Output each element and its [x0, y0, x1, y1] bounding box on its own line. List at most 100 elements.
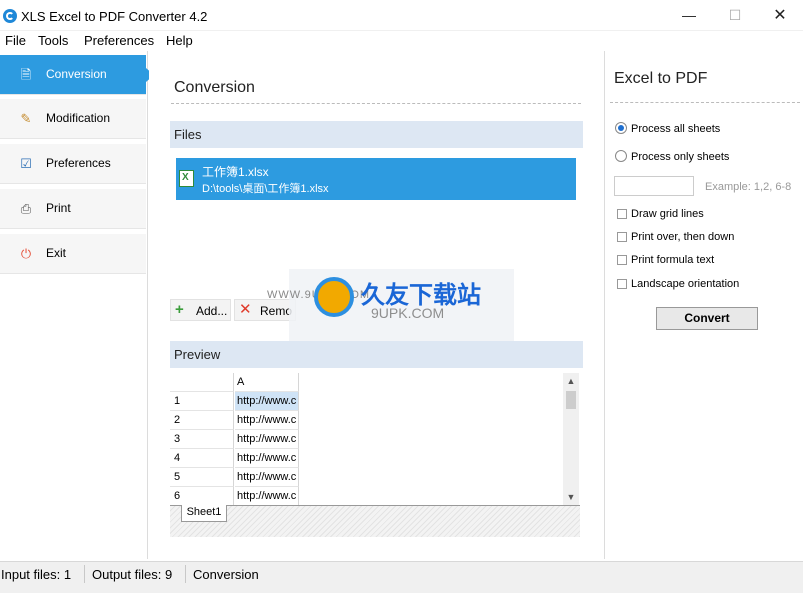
row-number: 2 [174, 414, 181, 426]
sidebar-item-modification[interactable]: ✎ Modification [0, 99, 146, 139]
process-only-label[interactable]: Process only sheets [631, 151, 729, 163]
row-header[interactable]: 2 [170, 411, 234, 430]
title-bar: XLS Excel to PDF Converter 4.2 — ☐ ✕ [0, 0, 803, 31]
preview-header: Preview [170, 341, 583, 368]
grid-cell[interactable]: http://www.c [235, 468, 299, 487]
files-label: Files [174, 127, 202, 142]
grid-lines-label[interactable]: Draw grid lines [631, 208, 704, 220]
add-file-label: Add... [196, 304, 228, 318]
row-number: 4 [174, 452, 181, 464]
column-header-label: A [237, 376, 245, 388]
menu-bar: File Tools Preferences Help [0, 31, 803, 51]
sidebar-item-label: Print [46, 201, 71, 215]
print-over-label[interactable]: Print over, then down [631, 231, 734, 243]
watermark-logo-icon [314, 277, 354, 317]
cell-value: http://www.c [237, 395, 297, 407]
landscape-checkbox[interactable] [617, 279, 627, 289]
sidebar-item-conversion[interactable]: 🗎 Conversion [0, 55, 154, 95]
status-bar: Input files: 1 Output files: 9 Conversio… [0, 561, 803, 593]
row-header[interactable]: 1 [170, 392, 234, 411]
sidebar-item-exit[interactable]: ⏻ Exit [0, 234, 146, 274]
row-header[interactable]: 4 [170, 449, 234, 468]
divider [610, 102, 800, 103]
grid-cell[interactable]: http://www.c [235, 392, 299, 411]
excel-file-icon [179, 170, 194, 187]
row-header[interactable]: 3 [170, 430, 234, 449]
process-only-radio[interactable] [615, 150, 627, 162]
scroll-up-arrow-icon[interactable]: ▲ [563, 373, 579, 389]
printer-icon: ⎙ [20, 201, 32, 216]
file-path: D:\tools\桌面\工作簿1.xlsx [202, 183, 329, 195]
preview-grid[interactable]: A 1 http://www.c 2 http://www.c 3 http:/… [170, 373, 580, 505]
grid-lines-checkbox[interactable] [617, 209, 627, 219]
row-number: 3 [174, 433, 181, 445]
convert-button[interactable]: Convert [656, 307, 758, 330]
checklist-icon: ☑ [20, 156, 32, 171]
sheets-input[interactable] [614, 176, 694, 196]
sheets-hint: Example: 1,2, 6-8 [705, 181, 792, 193]
sheet-tab-bar: Sheet1 [170, 505, 580, 537]
maximize-button[interactable]: ☐ [712, 0, 758, 31]
print-over-checkbox[interactable] [617, 232, 627, 242]
divider [171, 103, 581, 104]
mode-status: Conversion [193, 567, 259, 582]
column-header-a[interactable]: A [235, 373, 299, 392]
row-number: 5 [174, 471, 181, 483]
minimize-button[interactable]: — [666, 0, 712, 31]
status-divider [84, 565, 85, 583]
process-all-label[interactable]: Process all sheets [631, 123, 720, 135]
grid-cell[interactable]: http://www.c [235, 487, 299, 505]
sidebar-item-label: Conversion [46, 67, 107, 81]
output-files-status: Output files: 9 [92, 567, 173, 582]
edit-icon: ✎ [20, 111, 32, 126]
process-all-radio[interactable] [615, 122, 627, 134]
cell-value: http://www.c [237, 452, 297, 464]
menu-preferences[interactable]: Preferences [84, 33, 154, 48]
sidebar-item-preferences[interactable]: ☑ Preferences [0, 144, 146, 184]
input-files-status: Input files: 1 [1, 567, 72, 582]
preview-label: Preview [174, 347, 221, 362]
add-file-button[interactable]: + Add... [170, 299, 231, 321]
grid-cell[interactable]: http://www.c [235, 430, 299, 449]
watermark-subtext: 9UPK.COM [371, 305, 445, 321]
sidebar: 🗎 Conversion ✎ Modification ☑ Preference… [0, 51, 154, 559]
landscape-label[interactable]: Landscape orientation [631, 278, 739, 290]
formula-text-checkbox[interactable] [617, 255, 627, 265]
scroll-thumb[interactable] [566, 391, 576, 409]
sheet-tab[interactable]: Sheet1 [181, 505, 227, 522]
remove-file-button[interactable]: ✕ Remo [234, 299, 296, 321]
row-number: 1 [174, 395, 181, 407]
cell-value: http://www.c [237, 414, 297, 426]
remove-x-icon: ✕ [239, 301, 252, 318]
row-header[interactable]: 6 [170, 487, 234, 505]
scroll-down-arrow-icon[interactable]: ▼ [563, 489, 579, 505]
cell-value: http://www.c [237, 490, 297, 502]
grid-cell[interactable]: http://www.c [235, 449, 299, 468]
options-title: Excel to PDF [614, 70, 708, 87]
main-panel: Conversion Files 工作簿1.xlsx D:\tools\桌面\工… [149, 51, 603, 559]
file-list-item[interactable]: 工作簿1.xlsx D:\tools\桌面\工作簿1.xlsx [176, 158, 576, 200]
window-title: XLS Excel to PDF Converter 4.2 [21, 9, 208, 24]
sidebar-item-label: Modification [46, 111, 111, 125]
document-icon: 🗎 [20, 67, 32, 82]
page-title: Conversion [174, 79, 255, 96]
files-header: Files [170, 121, 583, 148]
row-number: 6 [174, 490, 181, 502]
cell-value: http://www.c [237, 433, 297, 445]
watermark-overlay: WWW.9UPK.COM 久友下载站 9UPK.COM [267, 269, 514, 341]
file-name: 工作簿1.xlsx [202, 165, 269, 179]
grid-cell[interactable]: http://www.c [235, 411, 299, 430]
menu-file[interactable]: File [5, 33, 26, 48]
menu-help[interactable]: Help [166, 33, 193, 48]
app-refresh-icon [3, 9, 17, 23]
options-panel: Excel to PDF Process all sheets Process … [604, 51, 803, 559]
vertical-scrollbar[interactable]: ▲ ▼ [563, 373, 579, 505]
sidebar-item-print[interactable]: ⎙ Print [0, 189, 146, 229]
close-button[interactable]: ✕ [757, 0, 803, 31]
formula-text-label[interactable]: Print formula text [631, 254, 714, 266]
sidebar-item-label: Preferences [46, 156, 111, 170]
menu-tools[interactable]: Tools [38, 33, 68, 48]
plus-icon: + [175, 301, 184, 318]
power-icon: ⏻ [20, 246, 32, 261]
row-header[interactable]: 5 [170, 468, 234, 487]
